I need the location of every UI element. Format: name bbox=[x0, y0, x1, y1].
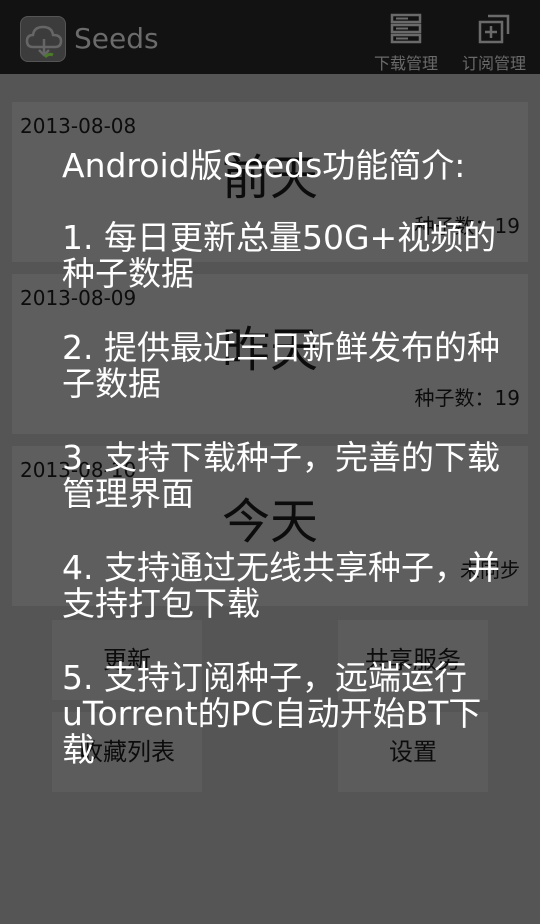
intro-item: 1. 每日更新总量50G+视频的种子数据 bbox=[62, 218, 497, 293]
intro-item: 2. 提供最近三日新鲜发布的种子数据 bbox=[62, 328, 500, 403]
action-bar: Seeds 下载管理 订阅管理 bbox=[0, 0, 540, 74]
app-title: Seeds bbox=[74, 22, 159, 55]
subscription-manager-label: 订阅管理 bbox=[461, 54, 526, 73]
intro-item: 3. 支持下载种子，完善的下载管理界面 bbox=[62, 438, 500, 513]
intro-item: 4. 支持通过无线共享种子，并支持打包下载 bbox=[62, 548, 500, 623]
intro-title: Android版Seeds功能简介: bbox=[62, 146, 466, 185]
feature-intro-overlay[interactable]: Android版Seeds功能简介: 1. 每日更新总量50G+视频的种子数据 … bbox=[62, 148, 502, 806]
day-date: 2013-08-08 bbox=[20, 114, 137, 138]
cloud-download-icon bbox=[20, 16, 66, 62]
download-manager-label: 下载管理 bbox=[373, 54, 438, 73]
download-manager-button[interactable]: 下载管理 bbox=[366, 12, 446, 73]
intro-item: 5. 支持订阅种子，远端运行uTorrent的PC自动开始BT下载 bbox=[62, 658, 482, 769]
subscription-manager-icon bbox=[478, 14, 510, 44]
download-manager-icon bbox=[390, 13, 422, 44]
subscription-manager-button[interactable]: 订阅管理 bbox=[454, 12, 534, 73]
